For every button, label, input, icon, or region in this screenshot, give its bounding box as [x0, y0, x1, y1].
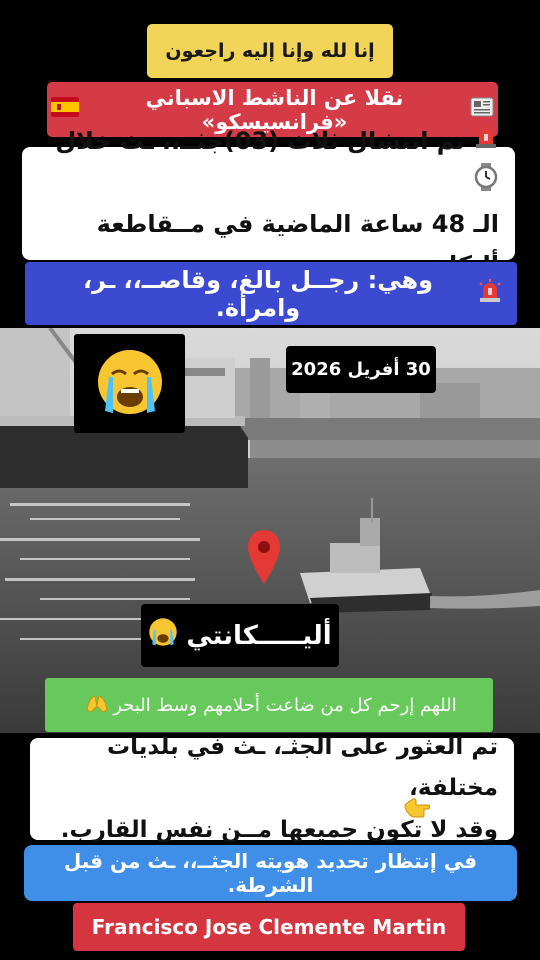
siren-icon	[473, 122, 499, 163]
siren-icon	[477, 278, 503, 310]
header-text: إنا لله وإنا إليه راجعون	[165, 40, 375, 62]
newspaper-icon	[470, 96, 494, 123]
praying-hands-icon	[85, 692, 109, 719]
headline-line1: تم انتشال ثلاث (03)جثــ،، ـث خلال	[38, 121, 499, 204]
loudly-crying-face-icon	[95, 347, 165, 421]
headline-card: تم انتشال ثلاث (03)جثــ،، ـث خلال الـ 48…	[22, 124, 515, 279]
crying-emoji-overlay	[74, 334, 185, 433]
date-label: 30 أفريل 2026	[286, 346, 436, 393]
details-card: تم العثور على الجثـ، ـث في بلديات مختلفة…	[30, 734, 514, 843]
prayer-banner: اللهم إرحم كل من ضاعت أحلامهم وسط البحر	[45, 678, 493, 732]
watch-icon	[473, 163, 499, 204]
credit-text: Francisco Jose Clemente Martin	[91, 915, 447, 939]
header-banner: إنا لله وإنا إليه راجعون	[147, 24, 393, 78]
victims-banner: وهي: رجــل بالغ، وقاصــ،، ـر، وامرأة.	[25, 262, 517, 325]
loudly-crying-face-icon	[148, 617, 178, 654]
details-line1: تم العثور على الجثـ، ـث في بلديات مختلفة…	[107, 733, 498, 802]
spain-flag-icon	[51, 97, 79, 122]
waiting-banner: في إنتظار تحديد هويته الجثــ،، ـث من قبل…	[24, 845, 517, 901]
credit-banner: Francisco Jose Clemente Martin	[73, 903, 465, 951]
location-pin-icon	[246, 528, 282, 590]
waiting-text: في إنتظار تحديد هويته الجثــ،، ـث من قبل…	[63, 849, 478, 897]
victims-text: وهي: رجــل بالغ، وقاصــ،، ـر، وامرأة.	[82, 265, 434, 322]
pointing-hand-icon	[404, 796, 430, 822]
city-label: أليـــــكانتي	[141, 604, 339, 667]
prayer-text: اللهم إرحم كل من ضاعت أحلامهم وسط البحر	[113, 694, 457, 716]
